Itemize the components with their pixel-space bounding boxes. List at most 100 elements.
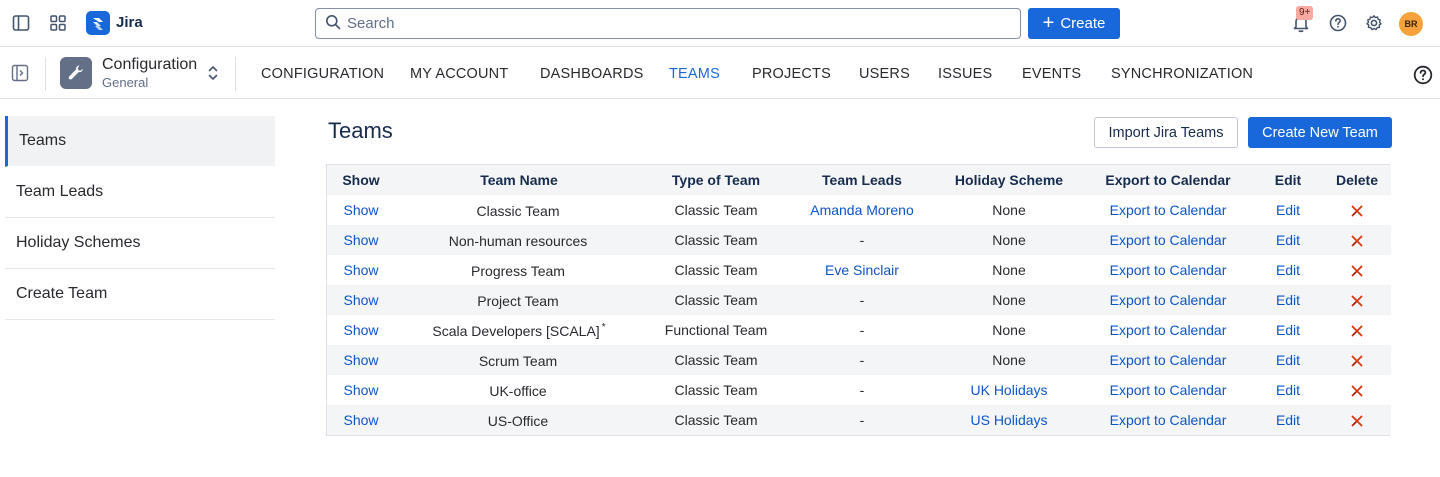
nav-synchronization[interactable]: SYNCHRONIZATION (1111, 66, 1253, 82)
panel-toggle-icon[interactable] (11, 64, 29, 82)
column-header-team-leads: Team Leads (789, 165, 935, 195)
team-type: Classic Team (674, 412, 758, 428)
sidebar-item-create-team[interactable]: Create Team (5, 269, 275, 320)
export-to-calendar-link[interactable]: Export to Calendar (1110, 202, 1227, 218)
nav-users[interactable]: USERS (859, 66, 910, 82)
help-icon[interactable] (1328, 13, 1348, 33)
team-leads: - (859, 382, 865, 398)
delete-x-icon[interactable] (1350, 262, 1364, 278)
edit-link[interactable]: Edit (1276, 262, 1300, 278)
configuration-nav-bar: Configuration General CONFIGURATION MY A… (0, 47, 1440, 99)
edit-link[interactable]: Edit (1276, 292, 1300, 308)
holiday-scheme[interactable]: US Holidays (970, 412, 1047, 428)
edit-link[interactable]: Edit (1276, 412, 1300, 428)
chevron-updown-icon[interactable] (206, 64, 220, 82)
divider (235, 57, 236, 91)
edit-link[interactable]: Edit (1276, 202, 1300, 218)
team-name-marker: * (601, 321, 606, 333)
edit-link[interactable]: Edit (1276, 232, 1300, 248)
show-link[interactable]: Show (343, 352, 378, 368)
gear-icon[interactable] (1364, 13, 1384, 33)
help-icon[interactable] (1413, 65, 1433, 85)
context-subtitle: General (102, 75, 149, 90)
export-to-calendar-link[interactable]: Export to Calendar (1110, 232, 1227, 248)
delete-x-icon[interactable] (1350, 322, 1364, 338)
delete-x-icon[interactable] (1350, 412, 1364, 428)
jira-logo-icon[interactable] (86, 11, 110, 35)
show-link[interactable]: Show (343, 232, 378, 248)
create-new-team-button[interactable]: Create New Team (1248, 117, 1392, 148)
export-to-calendar-link[interactable]: Export to Calendar (1110, 262, 1227, 278)
team-leads: - (859, 232, 865, 248)
show-link[interactable]: Show (343, 382, 378, 398)
holiday-scheme: None (992, 262, 1026, 278)
plus-icon: + (1042, 11, 1055, 34)
nav-configuration[interactable]: CONFIGURATION (261, 66, 384, 82)
sidebar-item-team-leads[interactable]: Team Leads (5, 167, 275, 218)
table-row: Show Non-human resources Classic Team - None… (327, 225, 1391, 255)
sidebar-item-teams[interactable]: Teams (5, 116, 275, 167)
export-to-calendar-link[interactable]: Export to Calendar (1110, 352, 1227, 368)
sidebar-toggle-icon[interactable] (11, 13, 31, 33)
export-to-calendar-link[interactable]: Export to Calendar (1110, 382, 1227, 398)
app-name[interactable]: Jira (116, 14, 143, 31)
team-name: Scrum Team (478, 352, 558, 369)
column-header-type: Type of Team (643, 165, 789, 195)
teams-table: Show Team Name Type of Team Team Leads H… (326, 164, 1391, 436)
nav-dashboards[interactable]: DASHBOARDS (540, 66, 644, 82)
column-header-team-name: Team Name (395, 165, 643, 195)
nav-teams[interactable]: TEAMS (669, 66, 720, 82)
holiday-scheme: None (992, 322, 1026, 338)
show-link[interactable]: Show (343, 262, 378, 278)
delete-x-icon[interactable] (1350, 232, 1364, 248)
column-header-holiday-scheme: Holiday Scheme (935, 165, 1083, 195)
holiday-scheme: None (992, 202, 1026, 218)
edit-link[interactable]: Edit (1276, 322, 1300, 338)
edit-link[interactable]: Edit (1276, 382, 1300, 398)
show-link[interactable]: Show (343, 292, 378, 308)
team-type: Classic Team (674, 292, 758, 308)
nav-events[interactable]: EVENTS (1022, 66, 1081, 82)
show-link[interactable]: Show (343, 412, 378, 428)
delete-x-icon[interactable] (1350, 202, 1364, 218)
column-header-show: Show (327, 165, 395, 195)
table-row: Show US-Office Classic Team - US Holidays Exp… (327, 405, 1391, 435)
table-row: Show Scrum Team Classic Team - None Export to… (327, 345, 1391, 375)
edit-link[interactable]: Edit (1276, 352, 1300, 368)
nav-projects[interactable]: PROJECTS (752, 66, 831, 82)
team-name: US-Office (487, 412, 549, 429)
team-leads: - (859, 292, 865, 308)
column-header-export: Export to Calendar (1083, 165, 1253, 195)
app-switcher-icon[interactable] (48, 13, 68, 33)
team-leads[interactable]: Eve Sinclair (825, 262, 899, 278)
holiday-scheme: None (992, 352, 1026, 368)
create-button[interactable]: + Create (1028, 8, 1120, 39)
delete-x-icon[interactable] (1350, 292, 1364, 308)
export-to-calendar-link[interactable]: Export to Calendar (1110, 322, 1227, 338)
nav-my-account[interactable]: MY ACCOUNT (410, 66, 508, 82)
column-header-delete: Delete (1323, 165, 1391, 195)
context-title[interactable]: Configuration (102, 56, 197, 74)
nav-issues[interactable]: ISSUES (938, 66, 992, 82)
create-button-label: Create (1060, 15, 1106, 32)
show-link[interactable]: Show (343, 322, 378, 338)
export-to-calendar-link[interactable]: Export to Calendar (1110, 292, 1227, 308)
avatar[interactable]: BR (1399, 12, 1423, 36)
holiday-scheme[interactable]: UK Holidays (970, 382, 1047, 398)
team-type: Classic Team (674, 262, 758, 278)
delete-x-icon[interactable] (1350, 382, 1364, 398)
holiday-scheme: None (992, 232, 1026, 248)
search-input[interactable] (347, 15, 947, 32)
team-type: Classic Team (674, 382, 758, 398)
search-box[interactable] (315, 8, 1021, 39)
sidebar-item-holiday-schemes[interactable]: Holiday Schemes (5, 218, 275, 269)
delete-x-icon[interactable] (1350, 352, 1364, 368)
sidebar: Teams Team Leads Holiday Schemes Create … (5, 116, 275, 320)
export-to-calendar-link[interactable]: Export to Calendar (1110, 412, 1227, 428)
import-jira-teams-button[interactable]: Import Jira Teams (1094, 117, 1238, 148)
show-link[interactable]: Show (343, 202, 378, 218)
table-row: Show Project Team Classic Team - None Export … (327, 285, 1391, 315)
team-leads[interactable]: Amanda Moreno (810, 202, 914, 218)
team-type: Functional Team (664, 322, 768, 338)
team-name: Progress Team (471, 262, 565, 279)
